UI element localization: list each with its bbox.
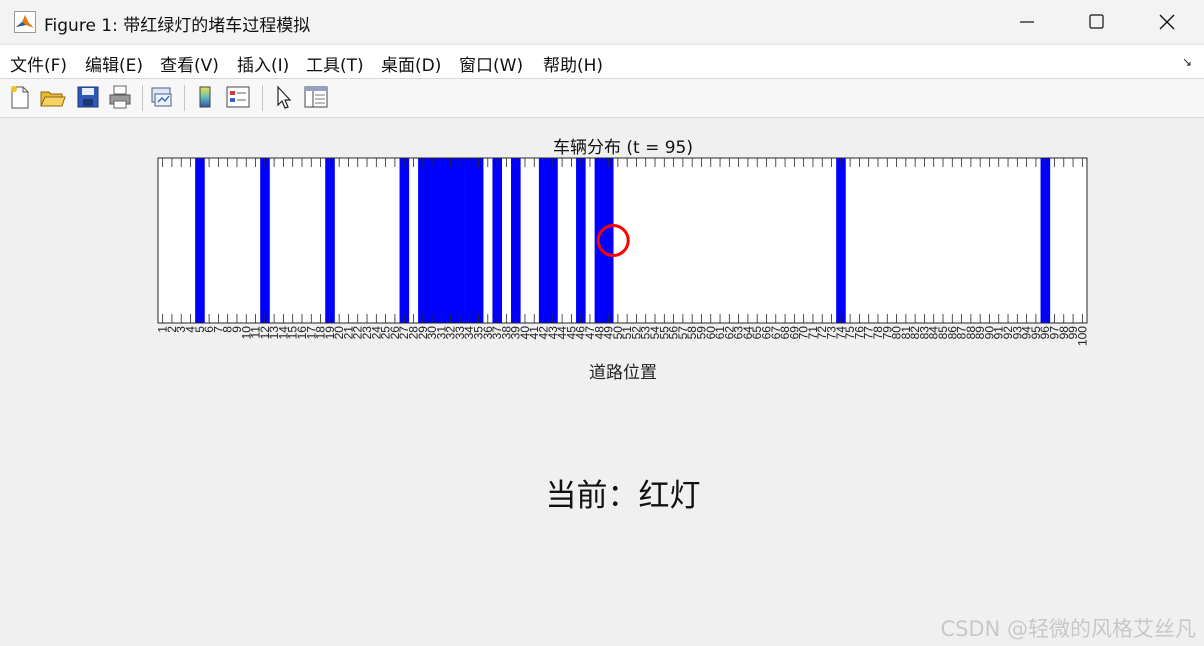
menu-desktop[interactable]: 桌面(D): [381, 51, 441, 76]
link-plot-icon[interactable]: [148, 83, 176, 111]
vehicle-cell: [836, 158, 846, 323]
vehicle-cell: [455, 158, 465, 323]
vehicle-cell: [464, 158, 475, 323]
new-figure-icon[interactable]: [6, 83, 34, 111]
vehicle-cell: [473, 158, 484, 323]
vehicle-cell: [195, 158, 205, 323]
menu-window[interactable]: 窗口(W): [459, 51, 523, 76]
vehicle-cell: [325, 158, 335, 323]
maximize-button[interactable]: [1062, 0, 1132, 44]
menu-edit[interactable]: 编辑(E): [85, 51, 143, 76]
vehicle-cell: [511, 158, 521, 323]
menu-bar: 文件(F) 编辑(E) 查看(V) 插入(I) 工具(T) 桌面(D) 窗口(W…: [0, 45, 1204, 79]
x-axis-label: 道路位置: [589, 363, 657, 383]
vehicle-cell: [492, 158, 503, 323]
axes-background: [158, 158, 1087, 323]
road-heatmap-plot[interactable]: 1234567891011121314151617181920212223242…: [150, 150, 1100, 355]
toolbar-separator: [142, 85, 143, 111]
vehicle-cell: [576, 158, 586, 323]
vehicle-cell: [548, 158, 558, 323]
title-bar: Figure 1: 带红绿灯的堵车过程模拟: [0, 0, 1204, 45]
window-title: Figure 1: 带红绿灯的堵车过程模拟: [44, 16, 311, 36]
close-button[interactable]: [1132, 0, 1202, 44]
open-file-icon[interactable]: [38, 83, 66, 111]
vehicle-cell: [538, 158, 549, 323]
traffic-light-status: 当前：红灯: [545, 478, 701, 514]
colorbar-icon[interactable]: [192, 83, 220, 111]
menu-file[interactable]: 文件(F): [10, 51, 67, 76]
legend-icon[interactable]: [224, 83, 252, 111]
vehicle-cell: [603, 158, 614, 323]
dock-arrow-icon[interactable]: ↘: [1182, 55, 1192, 69]
figure-toolbar: [0, 79, 1204, 118]
vehicle-cell: [399, 158, 410, 323]
vehicle-cell: [418, 158, 428, 323]
vehicle-cell: [445, 158, 456, 323]
pointer-icon[interactable]: [270, 83, 298, 111]
menu-tools[interactable]: 工具(T): [306, 51, 364, 76]
watermark: CSDN @轻微的风格艾丝凡: [940, 617, 1196, 641]
menu-help[interactable]: 帮助(H): [543, 51, 603, 76]
toolbar-separator: [262, 85, 263, 111]
toolbar-separator: [184, 85, 185, 111]
save-icon[interactable]: [74, 83, 102, 111]
property-editor-icon[interactable]: [302, 83, 330, 111]
menu-insert[interactable]: 插入(I): [237, 51, 289, 76]
vehicle-cell: [260, 158, 270, 323]
minimize-button[interactable]: [992, 0, 1062, 44]
matlab-logo-icon: [14, 11, 36, 33]
menu-view[interactable]: 查看(V): [160, 51, 219, 76]
x-tick-label: 100: [1075, 326, 1089, 346]
vehicle-cell: [1040, 158, 1051, 323]
vehicle-cell: [427, 158, 437, 323]
vehicle-cell: [436, 158, 447, 323]
print-icon[interactable]: [106, 83, 134, 111]
